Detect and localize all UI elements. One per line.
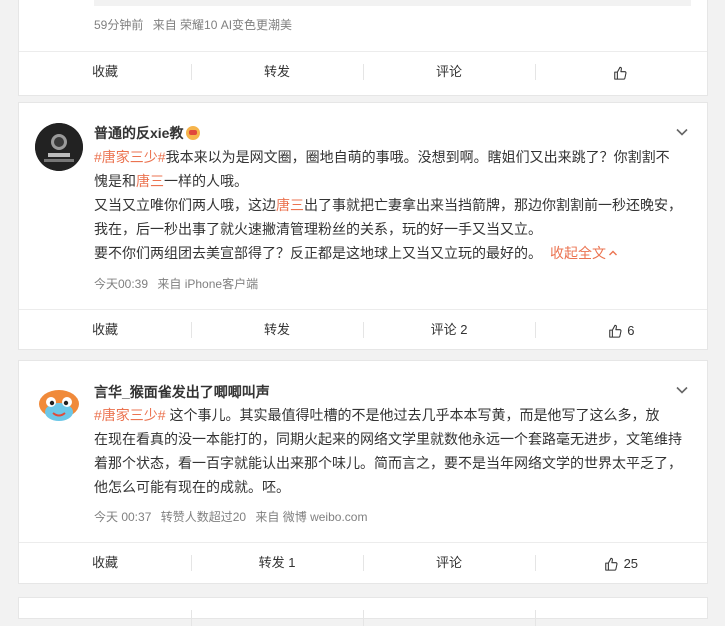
- user-name[interactable]: 言华_猴面雀发出了唧唧叫声: [94, 382, 270, 402]
- like-button[interactable]: 6: [535, 310, 707, 350]
- like-button[interactable]: [535, 598, 707, 626]
- post-source[interactable]: 来自 iPhone客户端: [157, 277, 258, 291]
- repost-label: 转发: [263, 64, 290, 79]
- post-meta: 今天 00:37 转赞人数超过20 来自 微博 weibo.com: [94, 508, 373, 525]
- post-line: 着那个状态，看一百字就能认出来那个味儿。简而言之，要不是当年网络文学的世界太平乏…: [94, 451, 687, 475]
- repost-button[interactable]: 转发: [191, 52, 363, 92]
- keyword-highlight: 唐三: [276, 197, 304, 213]
- topic-link[interactable]: #唐家三少#: [94, 407, 166, 423]
- favorite-button[interactable]: [19, 598, 191, 618]
- like-count: 25: [623, 555, 639, 571]
- text-fragment: 在现在看真的没一本能打的，同期火起来的网络文学里就数他永远一个套路毫无进步，文笔…: [94, 431, 682, 447]
- chevron-down-icon[interactable]: [675, 383, 689, 397]
- action-bar: [19, 598, 707, 626]
- favorite-label: 收藏: [91, 555, 118, 570]
- text-fragment: 我在，后一秒出事了就火速撇清管理粉丝的关系，玩的好一手又当又立。: [94, 221, 542, 237]
- post-source[interactable]: 来自 微博 weibo.com: [255, 510, 367, 524]
- post-time[interactable]: 59分钟前: [94, 18, 143, 32]
- user-name-text: 言华_猴面雀发出了唧唧叫声: [94, 384, 270, 400]
- topic-link[interactable]: #唐家三少#: [94, 149, 166, 165]
- action-bar: 收藏 转发 评论: [19, 51, 707, 92]
- text-fragment: 出了事就把亡妻拿出来当挡箭牌，那边你割割前一秒还晚安，: [304, 197, 682, 213]
- text-fragment: 要不你们两组团去美宣部得了？反正都是这地球上又当又立玩的最好的。: [94, 245, 542, 261]
- favorite-label: 收藏: [91, 64, 118, 79]
- comment-button[interactable]: 评论: [363, 52, 535, 92]
- action-bar: 收藏 转发 1 评论 25: [19, 542, 707, 583]
- post-line: #唐家三少# 这个事儿。其实最值得吐槽的不是他过去几乎本本写黄，而是他写了这么多…: [94, 403, 687, 427]
- avatar-image: [35, 382, 83, 430]
- text-fragment: 着那个状态，看一百字就能认出来那个味儿。简而言之，要不是当年网络文学的世界太平乏…: [94, 455, 682, 471]
- post-card-0: 59分钟前 来自 荣耀10 AI变色更潮美 收藏 转发 评论: [19, 0, 707, 95]
- repost-label: 转发: [263, 322, 290, 337]
- like-button[interactable]: [535, 52, 707, 92]
- avatar[interactable]: [35, 123, 83, 171]
- post-meta: 今天00:39 来自 iPhone客户端: [94, 275, 264, 292]
- post-time[interactable]: 今天 00:37: [94, 510, 151, 524]
- post-card-2: 言华_猴面雀发出了唧唧叫声 #唐家三少# 这个事儿。其实最值得吐槽的不是他过去几…: [19, 361, 707, 583]
- post-text: #唐家三少# 这个事儿。其实最值得吐槽的不是他过去几乎本本写黄，而是他写了这么多…: [94, 403, 687, 499]
- vip-crown-icon: [186, 126, 201, 140]
- favorite-button[interactable]: 收藏: [19, 543, 191, 583]
- post-line: 我在，后一秒出事了就火速撇清管理粉丝的关系，玩的好一手又当又立。: [94, 217, 687, 241]
- favorite-button[interactable]: 收藏: [19, 310, 191, 350]
- post-line: 在现在看真的没一本能打的，同期火起来的网络文学里就数他永远一个套路毫无进步，文笔…: [94, 427, 687, 451]
- repost-button[interactable]: 转发 1: [191, 543, 363, 583]
- user-name-text: 普通的反xie教: [94, 125, 184, 141]
- post-line: 愧是和唐三一样的人哦。: [94, 169, 687, 193]
- thumbs-up-icon: [605, 557, 618, 571]
- text-fragment: 一样的人哦。: [164, 173, 248, 189]
- collapse-link[interactable]: 收起全文: [550, 245, 618, 261]
- text-fragment: 他怎么可能有现在的成就。呸。: [94, 479, 290, 495]
- comment-button[interactable]: 评论: [363, 543, 535, 583]
- quoted-post-bg: [94, 0, 691, 6]
- avatar-image: [35, 123, 83, 171]
- post-card-1: 普通的反xie教 #唐家三少#我本来以为是网文圈，圈地自萌的事哦。没想到啊。瞎姐…: [19, 103, 707, 349]
- post-time[interactable]: 今天00:39: [94, 277, 148, 291]
- text-fragment: 我本来以为是网文圈，圈地自萌的事哦。没想到啊。瞎姐们又出来跳了？你割割不: [165, 149, 670, 165]
- repost-button[interactable]: 转发: [191, 310, 363, 350]
- post-text: #唐家三少#我本来以为是网文圈，圈地自萌的事哦。没想到啊。瞎姐们又出来跳了？你割…: [94, 145, 687, 265]
- post-line: 又当又立唯你们两人哦，这边唐三出了事就把亡妻拿出来当挡箭牌，那边你割割前一秒还晚…: [94, 193, 687, 217]
- repost-count-note: 转赞人数超过20: [160, 510, 247, 524]
- text-fragment: 愧是和: [94, 173, 136, 189]
- text-fragment: 这个事儿。其实最值得吐槽的不是他过去几乎本本写黄，而是他写了这么多，放: [165, 407, 660, 423]
- chevron-up-icon: [609, 250, 617, 256]
- repost-label: 转发 1: [258, 555, 296, 570]
- post-card-3: [19, 598, 707, 626]
- action-bar: 收藏 转发 评论 2 6: [19, 309, 707, 350]
- like-count: 6: [627, 322, 635, 338]
- comment-button[interactable]: 评论 2: [363, 310, 535, 350]
- post-line: 要不你们两组团去美宣部得了？反正都是这地球上又当又立玩的最好的。 收起全文: [94, 241, 687, 265]
- collapse-label: 收起全文: [550, 245, 606, 261]
- comment-button[interactable]: [363, 598, 535, 626]
- avatar[interactable]: [35, 382, 83, 430]
- post-meta: 59分钟前 来自 荣耀10 AI变色更潮美: [94, 16, 298, 33]
- post-line: 他怎么可能有现在的成就。呸。: [94, 475, 687, 499]
- like-button[interactable]: 25: [535, 543, 707, 583]
- post-source[interactable]: 来自 荣耀10 AI变色更潮美: [153, 18, 292, 32]
- thumbs-up-icon: [608, 324, 622, 338]
- post-line: #唐家三少#我本来以为是网文圈，圈地自萌的事哦。没想到啊。瞎姐们又出来跳了？你割…: [94, 145, 687, 169]
- text-fragment: 又当又立唯你们两人哦，这边: [94, 197, 276, 213]
- favorite-label: 收藏: [91, 322, 118, 337]
- user-name[interactable]: 普通的反xie教: [94, 123, 201, 143]
- comment-label: 评论 2: [430, 322, 468, 337]
- chevron-down-icon[interactable]: [675, 125, 689, 139]
- favorite-button[interactable]: 收藏: [19, 52, 191, 92]
- keyword-highlight: 唐三: [136, 173, 164, 189]
- repost-button[interactable]: [191, 598, 363, 626]
- comment-label: 评论: [435, 555, 462, 570]
- comment-label: 评论: [435, 64, 462, 79]
- thumbs-up-icon: [614, 66, 627, 80]
